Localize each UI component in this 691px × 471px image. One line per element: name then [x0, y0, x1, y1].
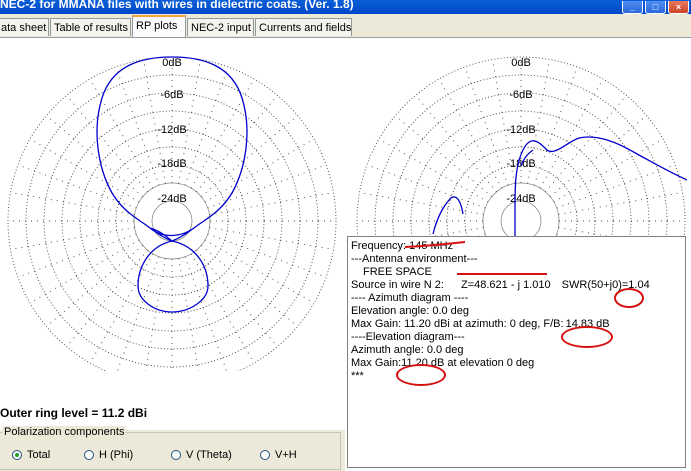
grid-spoke [46, 115, 144, 197]
ring-label-18db: -18dB [157, 158, 186, 170]
radio-v-theta[interactable]: V (Theta) [171, 449, 232, 461]
tab-currents-and-fields[interactable]: Currents and fields [255, 18, 352, 36]
grid-spoke [545, 95, 627, 193]
tab-rp-plots[interactable]: RP plots [132, 15, 186, 37]
grid-spoke [556, 164, 676, 209]
tab-strip: ata sheet Table of results RP plots NEC-… [0, 15, 691, 37]
ring-label-18db: -18dB [506, 158, 535, 170]
grid-spoke [415, 95, 497, 193]
grid-spoke [116, 256, 160, 371]
radio-h-phi[interactable]: H (Phi) [84, 449, 133, 461]
radio-dot-icon [12, 450, 22, 460]
grid-spoke [196, 249, 278, 347]
polarization-groupbox: Polarization components Total H (Phi) V … [0, 426, 341, 470]
grid-ring [61, 110, 283, 332]
window-title: NEC-2 for MMANA files with wires in diel… [0, 0, 354, 11]
radio-dot-icon [84, 450, 94, 460]
grid-ring [356, 56, 686, 238]
azimuth-polar-plot: 0dB -6dB -12dB -18dB -24dB [7, 56, 337, 371]
close-button[interactable]: × [668, 1, 689, 14]
tab-table-of-results[interactable]: Table of results [50, 18, 131, 36]
grid-spoke [209, 227, 334, 250]
ring-label-24db: -24dB [506, 193, 535, 205]
radio-label: H (Phi) [99, 449, 134, 461]
radio-dot-icon [260, 450, 270, 460]
radio-v-plus-h[interactable]: V+H [260, 449, 297, 461]
ring-label-0db: 0dB [511, 57, 531, 69]
elevation-polar-plot: 0dB -6dB -12dB -18dB -24dB [356, 56, 687, 238]
tab-nec2-input[interactable]: NEC-2 input [187, 18, 254, 36]
ring-label-0db: 0dB [162, 57, 182, 69]
outer-ring-level: Outer ring level = 11.2 dBi [0, 406, 148, 420]
radio-label: Total [27, 449, 51, 461]
grid-spoke [184, 66, 229, 186]
grid-spoke [17, 233, 137, 278]
grid-spoke [196, 95, 278, 193]
grid-spoke [558, 192, 683, 215]
grid-ring [79, 128, 265, 314]
grid-spoke [10, 227, 135, 250]
tab-data-sheet[interactable]: ata sheet [0, 18, 49, 36]
grid-spoke [10, 192, 135, 215]
polarization-legend: Polarization components [2, 426, 127, 438]
grid-spoke [200, 245, 298, 327]
grid-spoke [115, 66, 160, 186]
grid-ring [25, 74, 319, 368]
window-controls: _ □ × [620, 0, 689, 14]
polar-grid [7, 56, 337, 371]
grid-spoke [464, 66, 509, 186]
ring-label-6db: -6dB [509, 89, 532, 101]
grid-spoke [395, 115, 493, 197]
grid-spoke [66, 95, 148, 193]
grid-ring [115, 164, 229, 278]
grid-spoke [207, 233, 327, 278]
radio-label: V (Theta) [186, 449, 232, 461]
grid-spoke [209, 192, 334, 215]
grid-spoke [539, 78, 604, 189]
grid-spoke [533, 66, 578, 186]
grid-spoke [359, 192, 484, 215]
frequency-underline [404, 241, 466, 248]
grid-ring [482, 182, 560, 238]
radio-dot-icon [171, 450, 181, 460]
ring-label-12db: -12dB [506, 124, 535, 136]
ring-label-12db: -12dB [157, 124, 186, 136]
rp-plots-panel: 0dB -6dB -12dB -18dB -24dB 0dB -6dB -12d… [0, 37, 691, 471]
radio-label: V+H [275, 449, 297, 461]
radio-total[interactable]: Total [12, 449, 50, 461]
minimize-button[interactable]: _ [622, 1, 643, 14]
grid-spoke [145, 258, 166, 371]
ring-label-24db: -24dB [157, 193, 186, 205]
grid-spoke [200, 115, 298, 197]
maximize-button[interactable]: □ [645, 1, 666, 14]
polar-grid [356, 56, 686, 238]
polarization-panel: Polarization components Total H (Phi) V … [0, 426, 345, 471]
red-annotation-marks [404, 241, 547, 275]
title-bar: NEC-2 for MMANA files with wires in diel… [0, 0, 691, 14]
grid-spoke [178, 258, 199, 371]
grid-ring [500, 200, 542, 238]
grid-spoke [46, 245, 144, 327]
grid-spoke [366, 164, 486, 209]
grid-spoke [549, 115, 647, 197]
grid-spoke [66, 249, 148, 347]
ring-label-6db: -6dB [160, 89, 183, 101]
grid-spoke [190, 78, 255, 189]
